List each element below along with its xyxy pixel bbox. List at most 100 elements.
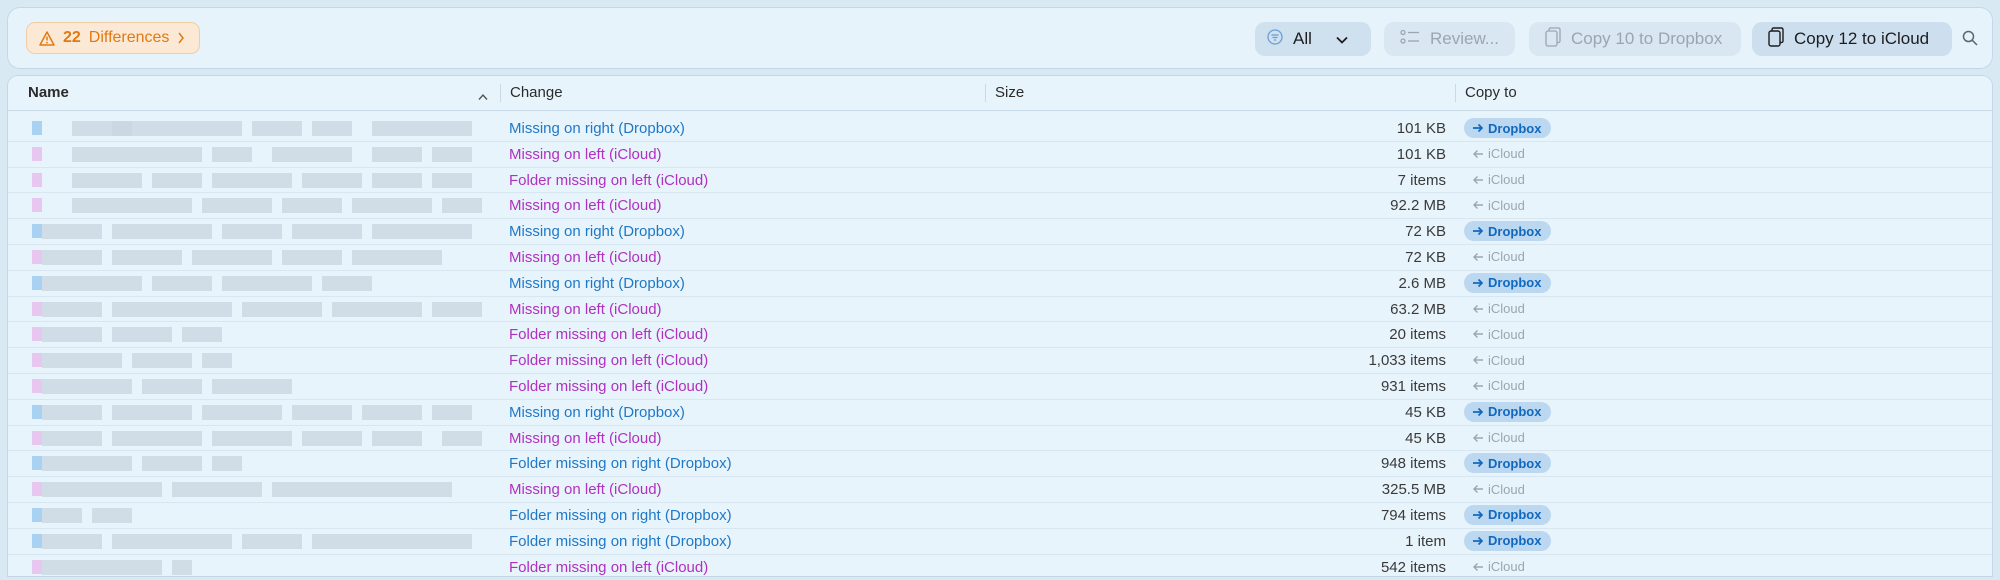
redacted-file-name — [372, 430, 422, 446]
table-row[interactable]: Folder missing on left (iCloud) 1,033 ite… — [8, 348, 1992, 374]
table-row[interactable]: Missing on left (iCloud) 72 KB iCloud — [8, 245, 1992, 271]
column-header-copy-to[interactable]: Copy to — [1455, 76, 1517, 110]
copy-to-icloud-badge[interactable]: iCloud — [1464, 144, 1525, 164]
copy-to-dropbox-button[interactable]: Copy 10 to Dropbox — [1529, 22, 1741, 56]
table-row[interactable]: Missing on left (iCloud) 63.2 MB iCloud — [8, 297, 1992, 323]
file-size: 7 items — [1397, 171, 1446, 189]
copy-destination-label: iCloud — [1488, 172, 1525, 188]
app-window: 22 Differences All Review... Copy 10 to … — [0, 0, 2000, 580]
table-row[interactable]: Missing on left (iCloud) 92.2 MB iCloud — [8, 193, 1992, 220]
table-row[interactable]: Folder missing on left (iCloud) 542 items… — [8, 555, 1992, 576]
copy-destination-label: iCloud — [1488, 146, 1525, 162]
redacted-file-name — [152, 275, 212, 291]
arrow-left-icon — [1472, 329, 1484, 339]
table-row[interactable]: Missing on left (iCloud) 45 KB iCloud — [8, 426, 1992, 452]
table-row[interactable]: Folder missing on left (iCloud) 20 items i… — [8, 322, 1992, 349]
file-name-cell — [12, 504, 496, 527]
file-name-cell — [12, 220, 496, 243]
file-size: 20 items — [1389, 326, 1446, 344]
table-row[interactable]: Folder missing on right (Dropbox) 948 ite… — [8, 451, 1992, 478]
file-size: 2.6 MB — [1398, 274, 1446, 292]
file-name-cell — [12, 375, 496, 398]
change-description: Missing on left (iCloud) — [509, 429, 662, 447]
copy-to-dropbox-badge[interactable]: Dropbox — [1464, 530, 1552, 551]
redacted-file-name — [42, 249, 102, 265]
redacted-file-name — [102, 559, 162, 575]
arrow-left-icon — [1472, 175, 1484, 185]
file-size: 542 items — [1380, 558, 1446, 576]
filter-menu-button[interactable]: All — [1255, 22, 1371, 56]
copy-destination-label: Dropbox — [1488, 275, 1542, 291]
copy-to-icloud-badge[interactable]: iCloud — [1464, 170, 1525, 190]
table-row[interactable]: Missing on right (Dropbox) 101 KB Dropbox — [8, 116, 1992, 142]
table-row[interactable]: Folder missing on right (Dropbox) 1 item D… — [8, 529, 1992, 555]
copy-to-dropbox-badge[interactable]: Dropbox — [1464, 401, 1552, 422]
sort-ascending-icon[interactable] — [478, 88, 488, 105]
arrow-right-icon — [1472, 510, 1484, 520]
redacted-file-name — [312, 533, 392, 549]
file-name-cell — [12, 323, 496, 346]
file-size: 1,033 items — [1368, 352, 1446, 370]
copy-to-icloud-button[interactable]: Copy 12 to iCloud — [1752, 22, 1952, 56]
column-header-name[interactable]: Name — [28, 76, 69, 110]
column-header-change[interactable]: Change — [500, 76, 563, 110]
table-row[interactable]: Folder missing on right (Dropbox) 794 ite… — [8, 503, 1992, 529]
table-row[interactable]: Folder missing on left (iCloud) 7 items iC… — [8, 168, 1992, 194]
redacted-file-name — [212, 146, 252, 162]
file-name-cell — [12, 349, 496, 372]
redacted-file-name — [42, 456, 132, 472]
table-row[interactable]: Missing on right (Dropbox) 72 KB Dropbox — [8, 219, 1992, 245]
arrow-right-icon — [1472, 536, 1484, 546]
table-body: Missing on right (Dropbox) 101 KB Dropbox M… — [8, 116, 1992, 576]
file-type-marker — [32, 533, 42, 548]
table-row[interactable]: Folder missing on left (iCloud) 931 items… — [8, 374, 1992, 400]
differences-button[interactable]: 22 Differences — [26, 22, 201, 54]
copy-to-dropbox-badge[interactable]: Dropbox — [1464, 118, 1552, 138]
copy-to-dropbox-badge[interactable]: Dropbox — [1464, 272, 1552, 293]
redacted-file-name — [272, 146, 352, 162]
copy-to-icloud-badge[interactable]: iCloud — [1464, 479, 1525, 499]
copy-to-icloud-badge[interactable]: iCloud — [1464, 350, 1525, 370]
copy-destination-label: Dropbox — [1488, 223, 1542, 239]
copy-destination-label: iCloud — [1488, 378, 1525, 394]
copy-to-icloud-badge[interactable]: iCloud — [1464, 299, 1525, 319]
arrow-left-icon — [1472, 149, 1484, 159]
file-size: 948 items — [1380, 455, 1446, 473]
change-description: Missing on right (Dropbox) — [509, 223, 685, 241]
copy-to-icloud-badge[interactable]: iCloud — [1464, 557, 1525, 576]
redacted-file-name — [192, 121, 242, 136]
copy-to-dropbox-badge[interactable]: Dropbox — [1464, 453, 1552, 474]
copy-to-dropbox-badge[interactable]: Dropbox — [1464, 504, 1552, 525]
table-row[interactable]: Missing on right (Dropbox) 45 KB Dropbox — [8, 400, 1992, 426]
redacted-file-name — [212, 456, 242, 472]
review-button[interactable]: Review... — [1384, 22, 1515, 56]
search-icon[interactable] — [1962, 30, 1978, 51]
file-type-marker — [32, 249, 42, 264]
filter-label: All — [1293, 29, 1312, 48]
copy-destination-label: iCloud — [1488, 559, 1525, 575]
redacted-file-name — [142, 456, 202, 472]
copy-destination-label: iCloud — [1488, 352, 1525, 368]
column-header-size[interactable]: Size — [984, 76, 1024, 110]
table-row[interactable]: Missing on right (Dropbox) 2.6 MB Dropbox — [8, 271, 1992, 297]
file-name-cell — [12, 452, 496, 475]
file-size: 794 items — [1380, 506, 1446, 524]
copy-to-icloud-badge[interactable]: iCloud — [1464, 428, 1525, 448]
copy-to-icloud-label: Copy 12 to iCloud — [1794, 29, 1930, 48]
copy-to-icloud-badge[interactable]: iCloud — [1464, 376, 1525, 396]
arrow-left-icon — [1472, 304, 1484, 314]
copy-to-icloud-badge[interactable]: iCloud — [1464, 247, 1525, 267]
copy-to-icloud-badge[interactable]: iCloud — [1464, 195, 1525, 215]
table-row[interactable]: Missing on left (iCloud) 325.5 MB iCloud — [8, 477, 1992, 503]
differences-count: 22 — [63, 29, 81, 46]
arrow-right-icon — [1472, 458, 1484, 468]
redacted-file-name — [42, 301, 102, 317]
copy-to-dropbox-badge[interactable]: Dropbox — [1464, 221, 1552, 242]
redacted-file-name — [432, 146, 472, 162]
copy-to-icloud-badge[interactable]: iCloud — [1464, 324, 1525, 344]
chevron-right-icon — [177, 32, 185, 44]
file-type-marker — [32, 559, 42, 574]
copy-destination-label: iCloud — [1488, 249, 1525, 265]
file-name-cell — [12, 478, 496, 501]
table-row[interactable]: Missing on left (iCloud) 101 KB iCloud — [8, 142, 1992, 168]
